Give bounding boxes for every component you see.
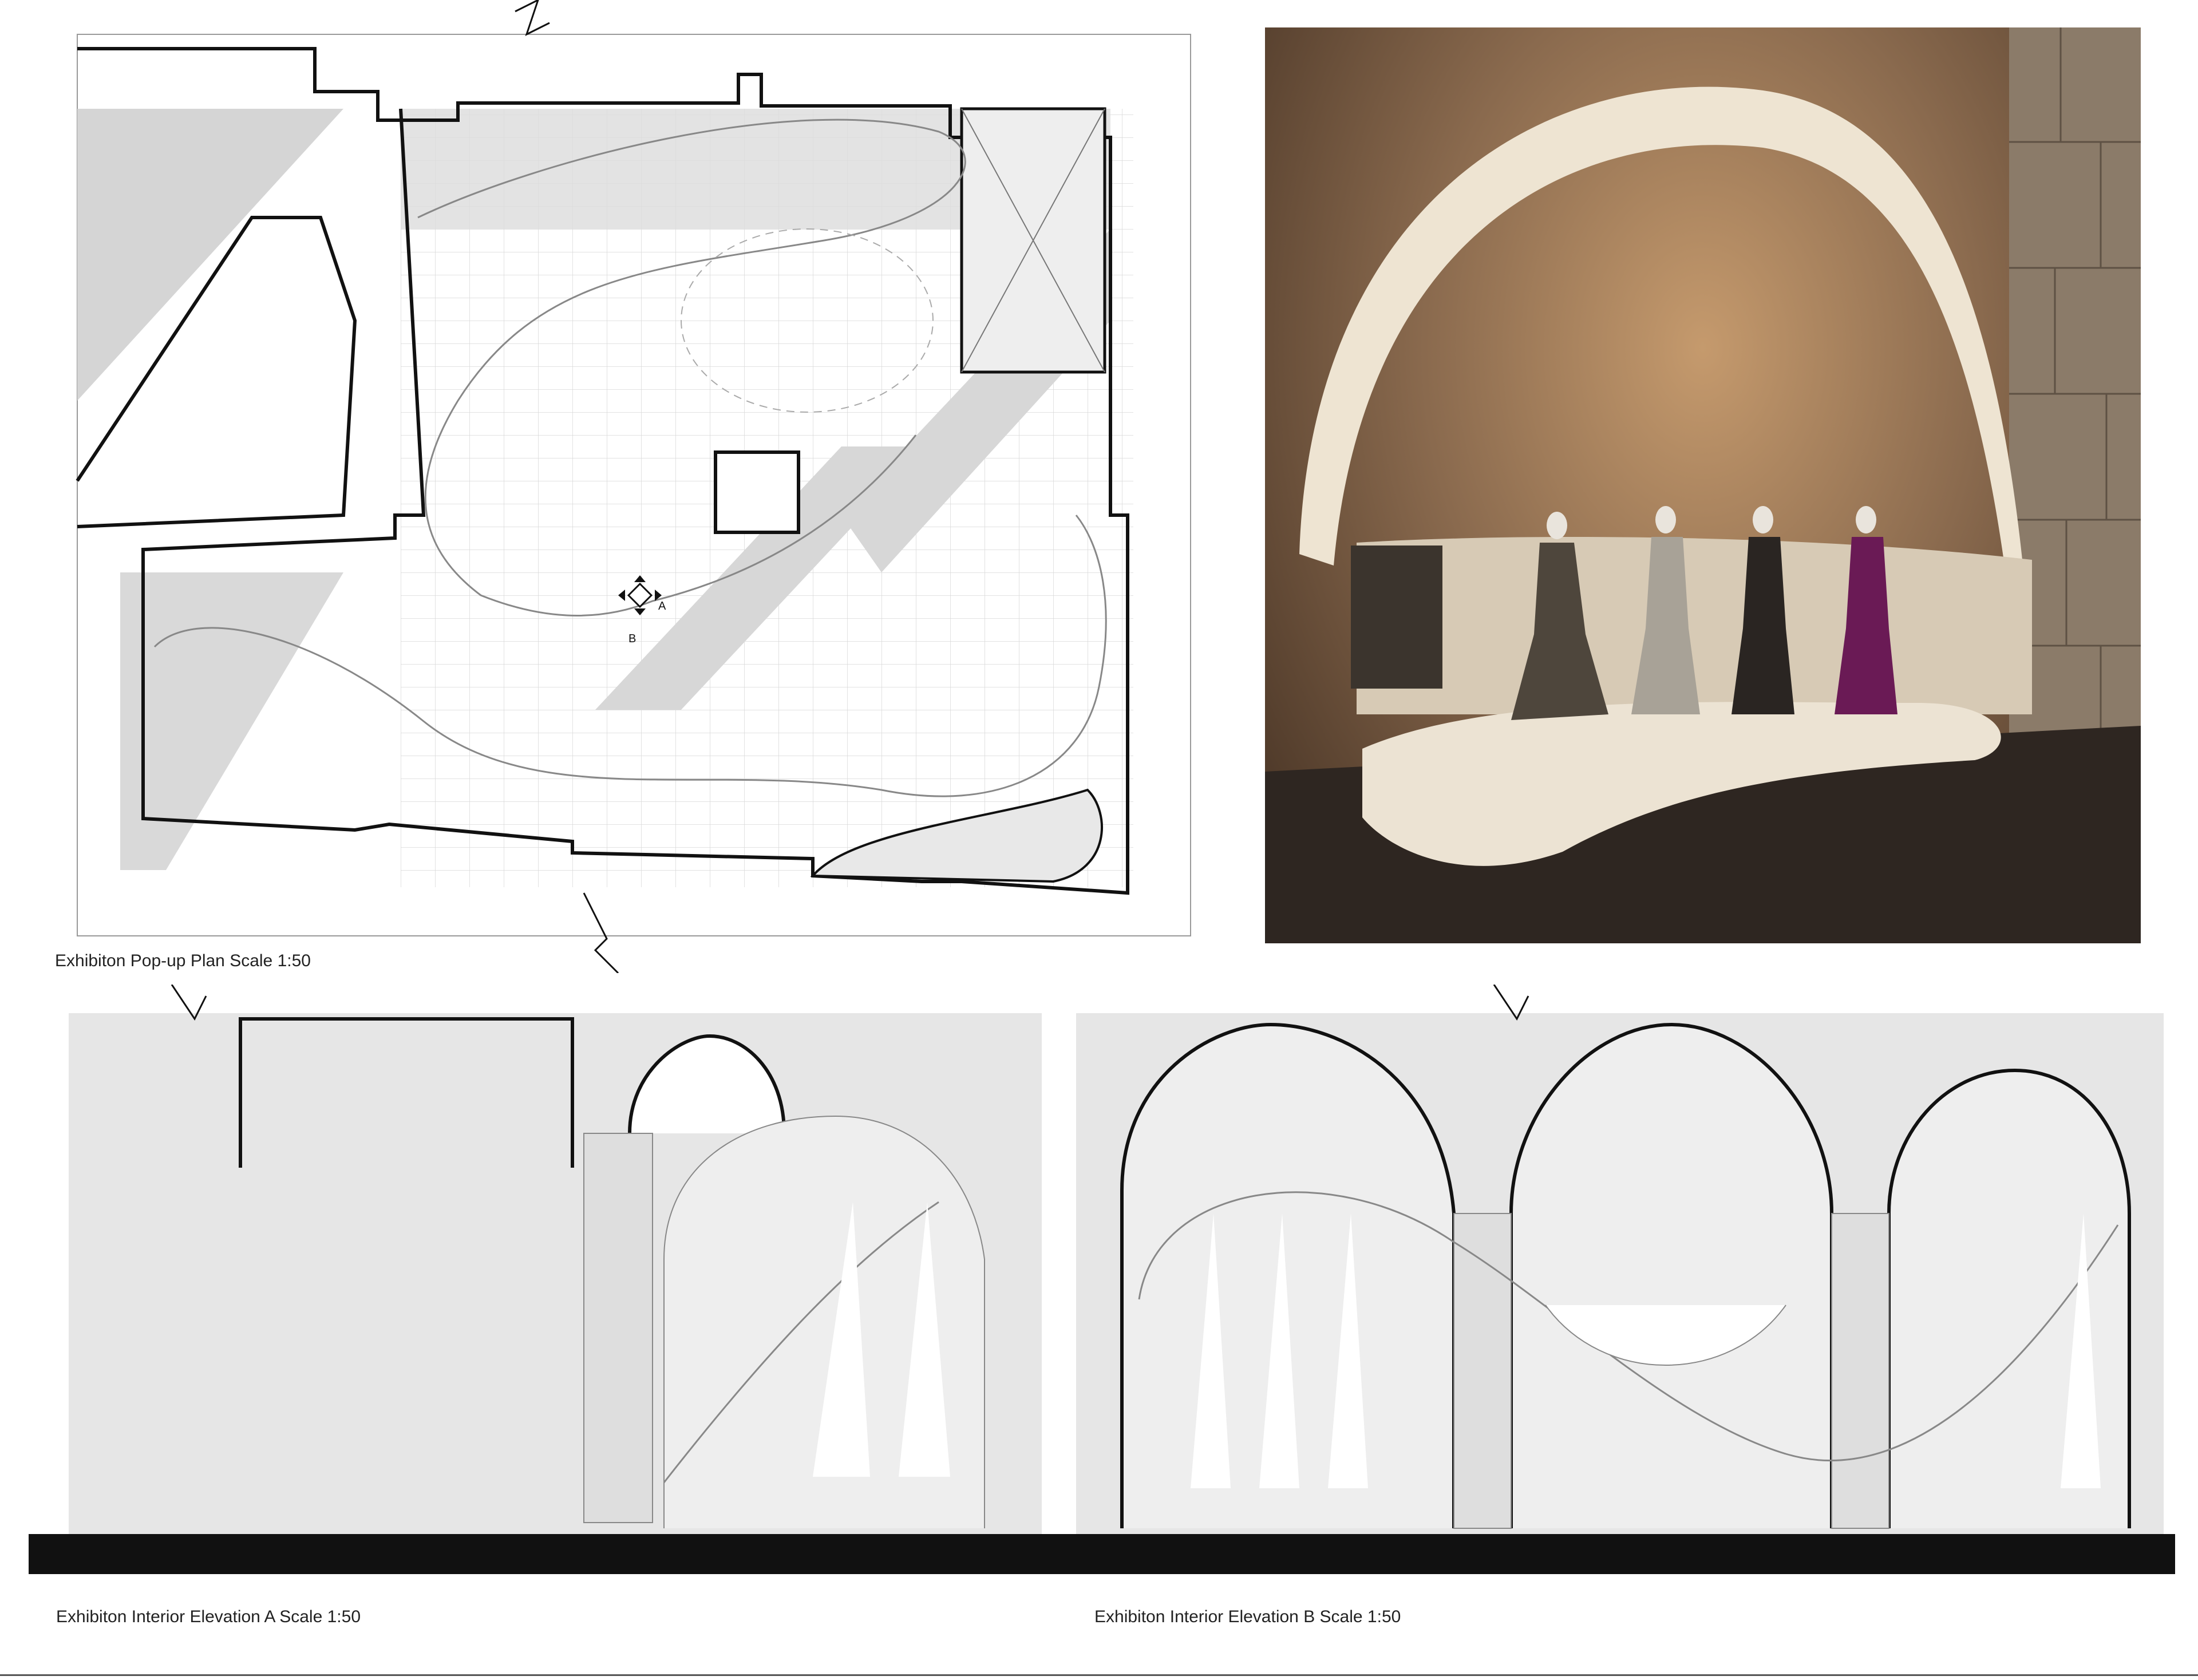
plan-break-symbol-bottom (583, 892, 619, 973)
plan-drawing: A B (23, 0, 1242, 973)
interior-render (1265, 27, 2141, 943)
plan-gray-zone-left (77, 109, 343, 401)
elevation-b-svg (1047, 985, 2175, 1574)
sheet-bottom-rule (0, 1674, 2198, 1676)
elevation-a-drawing (23, 985, 1053, 1580)
elevation-a-ground (29, 1534, 1047, 1574)
elevation-b-ground (1047, 1534, 2175, 1574)
plan-caption: Exhibiton Pop-up Plan Scale 1:50 (55, 951, 311, 970)
info-poster (1351, 545, 1442, 689)
elevation-b-pier-2 (1831, 1213, 1889, 1529)
elevation-a-svg (29, 985, 1047, 1574)
elevation-b-drawing (1042, 985, 2181, 1580)
plan-central-column (714, 450, 800, 534)
plan-svg (76, 0, 1191, 973)
plan-gray-zone-left-lower (120, 572, 343, 870)
plan-break-symbol-top (515, 0, 550, 36)
elevation-a-brick-pier (583, 1133, 653, 1523)
section-marker-label-b: B (628, 633, 637, 645)
elevation-b-caption: Exhibiton Interior Elevation B Scale 1:5… (1094, 1607, 1401, 1626)
elevation-a-caption: Exhibiton Interior Elevation A Scale 1:5… (56, 1607, 361, 1626)
section-marker-label-a: A (658, 600, 666, 612)
render-svg (1265, 27, 2141, 943)
